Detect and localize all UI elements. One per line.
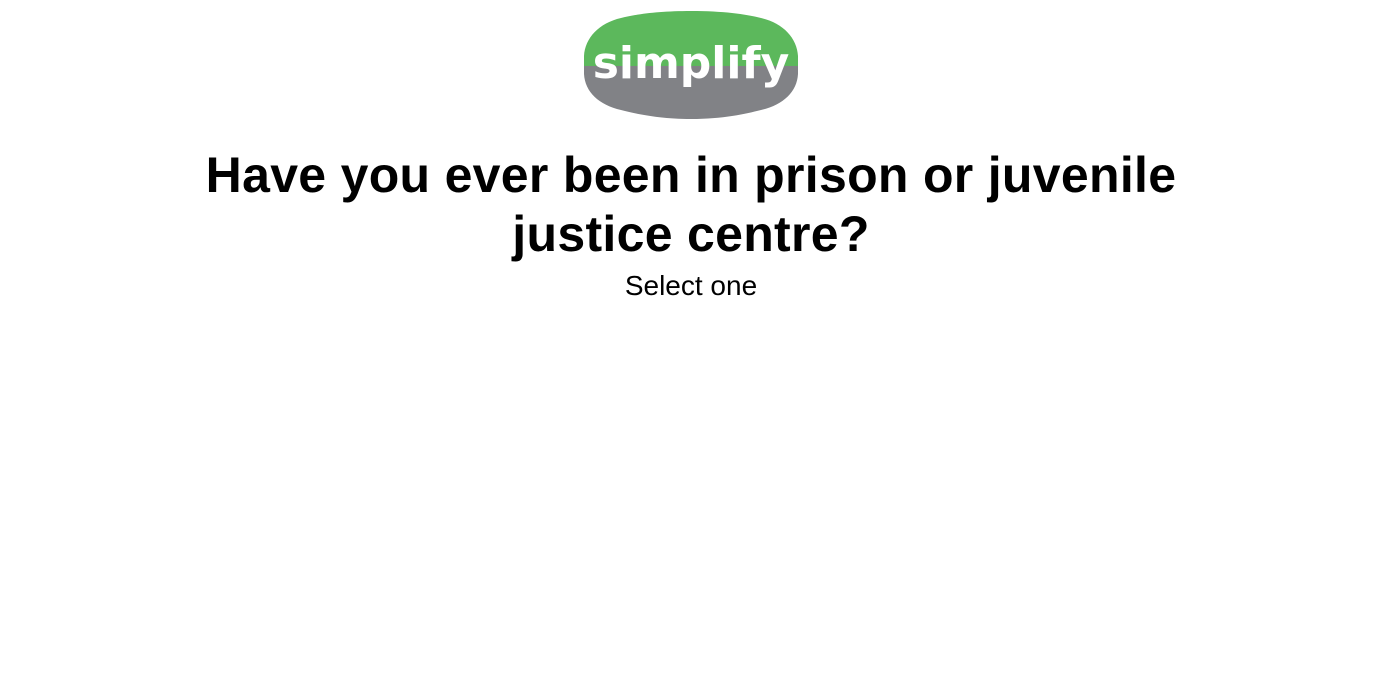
question-title: Have you ever been in prison or juvenile… — [205, 147, 1177, 262]
select-instruction: Select one — [624, 270, 758, 301]
page: simplify Have you ever been in prison or… — [0, 0, 1382, 683]
simplify-logo: simplify — [583, 10, 799, 120]
logo-wordmark: simplify — [593, 38, 790, 89]
